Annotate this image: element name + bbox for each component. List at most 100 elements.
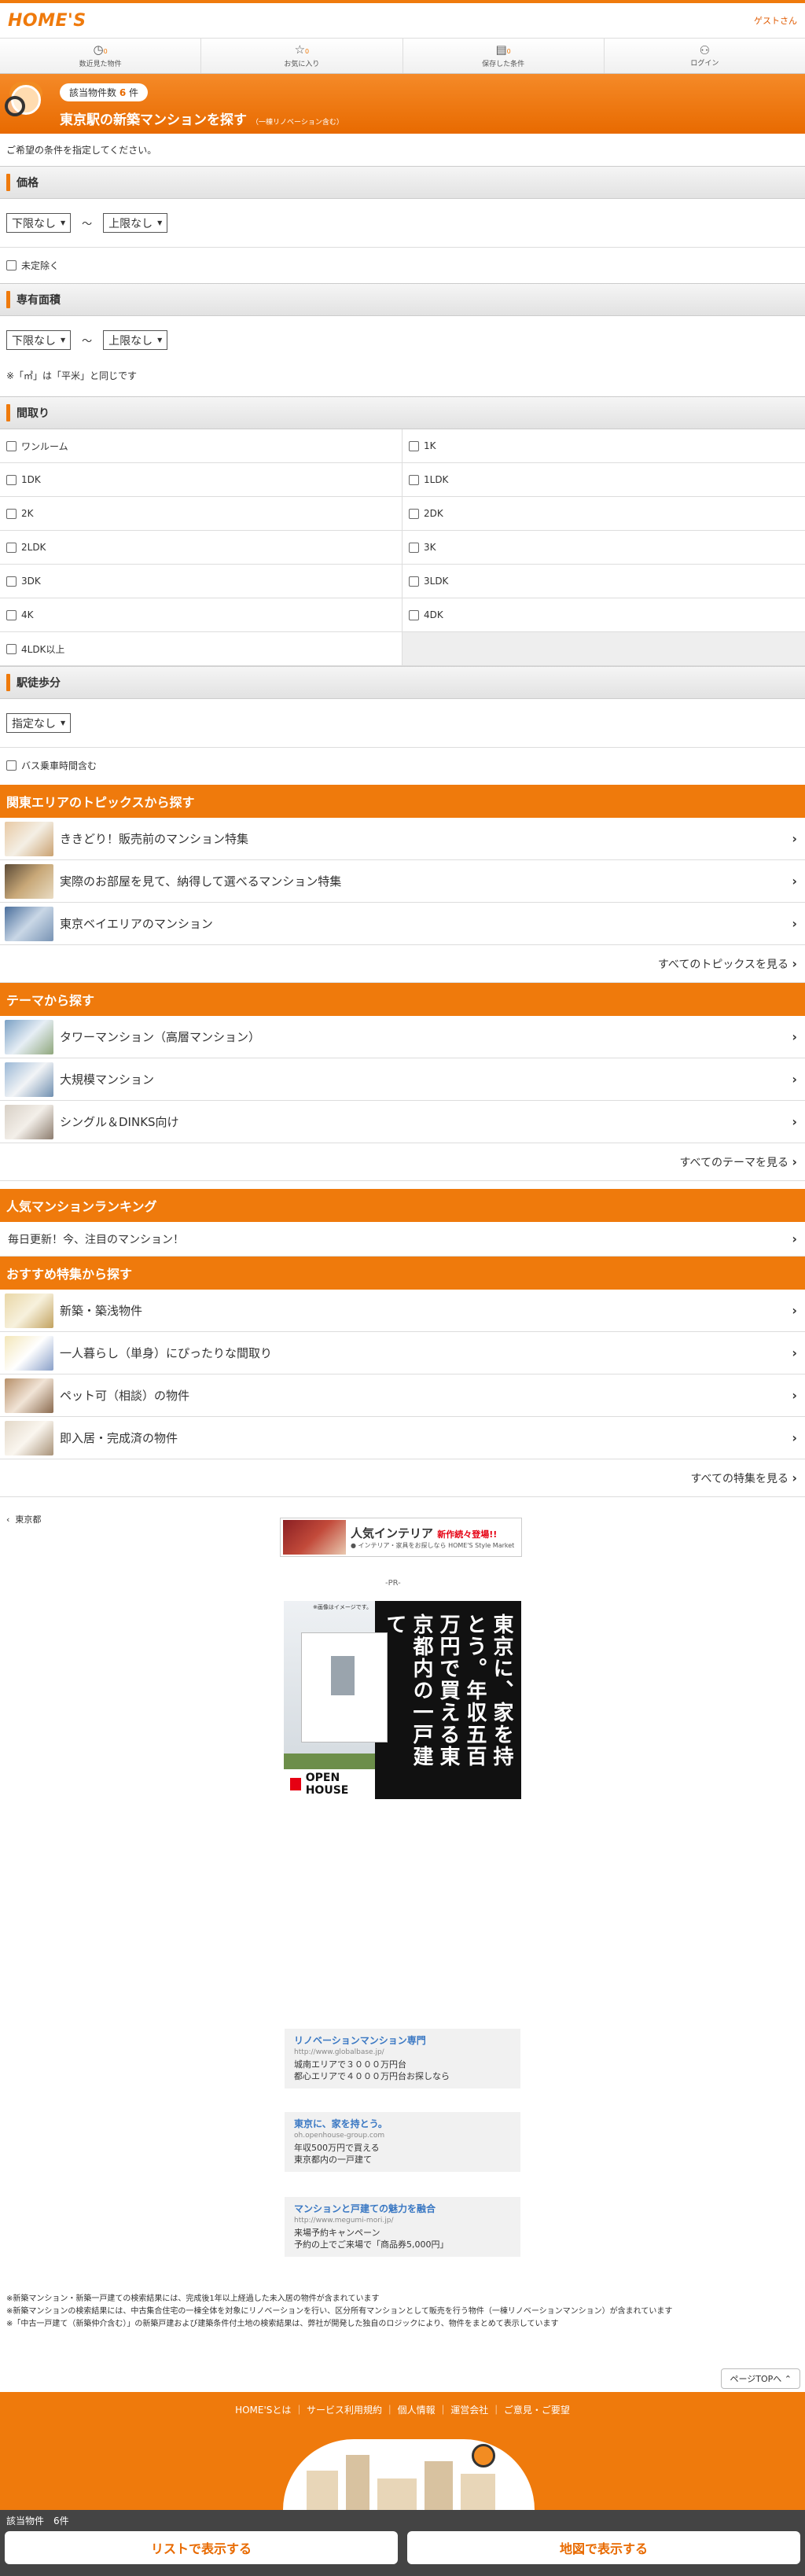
ad-copy: 東京に、家を持とう。年収五百万円で買える東京都内の一戸建て [383, 1614, 513, 1768]
feature-thumbnail [5, 1293, 53, 1328]
page-top-button[interactable]: ページTOPへ ⌃ [721, 2368, 800, 2389]
openhouse-logo: OPEN HOUSE [284, 1769, 375, 1799]
chevron-right-icon: › [792, 1430, 797, 1445]
theme-item[interactable]: シングル＆DINKS向け › [0, 1101, 805, 1143]
house-image: ※画像はイメージです。 OPEN HOUSE [284, 1601, 388, 1799]
layout-option[interactable]: 2DK [402, 497, 805, 531]
chevron-right-icon: › [792, 916, 797, 931]
more-features-link[interactable]: すべての特集を見る › [0, 1459, 805, 1497]
chevron-right-icon: › [792, 1470, 797, 1485]
price-undecided-checkbox[interactable]: 未定除く [6, 259, 799, 272]
price-min-select[interactable]: 下限なし ▼ [6, 213, 72, 233]
guest-user-link[interactable]: ゲストさん [754, 14, 797, 27]
homes-logo[interactable]: HOME'S [8, 11, 86, 31]
dropdown-arrow-icon: ▼ [157, 219, 163, 226]
chevron-right-icon: › [792, 1114, 797, 1129]
text-ad[interactable]: 東京に、家を持とう。 oh.openhouse-group.com 年収500万円で… [285, 2112, 520, 2172]
bottom-bar: 該当物件 6件 リストで表示する 地図で表示する [0, 2510, 805, 2576]
person-icon: ⚇ [699, 43, 711, 57]
walk-minutes-select[interactable]: 指定なし ▼ [6, 713, 72, 733]
theme-thumbnail [5, 1019, 53, 1054]
chevron-right-icon: › [792, 1303, 797, 1318]
features-heading: おすすめ特集から探す [0, 1257, 805, 1290]
chevron-right-icon: › [792, 1154, 797, 1169]
bottom-count: 該当物件 6件 [6, 2515, 69, 2526]
top-bar: HOME'S ゲストさん [0, 0, 805, 38]
feature-thumbnail [5, 1378, 53, 1413]
price-heading: 価格 [0, 166, 805, 199]
dropdown-arrow-icon: ▼ [61, 219, 66, 226]
star-icon: ☆0 [294, 42, 310, 57]
area-max-select[interactable]: 上限なし ▼ [103, 330, 168, 350]
layout-option[interactable]: 4K [0, 598, 402, 632]
ranking-item[interactable]: 毎日更新！今、注目のマンション！ › [0, 1222, 805, 1257]
topic-thumbnail [5, 821, 53, 856]
theme-item[interactable]: タワーマンション（高層マンション） › [0, 1016, 805, 1058]
layout-option[interactable]: 1DK [0, 463, 402, 497]
feature-item[interactable]: 即入居・完成済の物件 › [0, 1417, 805, 1459]
topic-item[interactable]: 東京ベイエリアのマンション › [0, 903, 805, 945]
price-max-select[interactable]: 上限なし ▼ [103, 213, 168, 233]
map-view-button[interactable]: 地図で表示する [407, 2531, 800, 2564]
layout-option[interactable]: 1K [402, 429, 805, 463]
chevron-right-icon: › [792, 1345, 797, 1360]
include-bus-checkbox[interactable]: バス乗車時間含む [6, 759, 799, 772]
theme-item[interactable]: 大規模マンション › [0, 1058, 805, 1101]
walk-heading: 駅徒歩分 [0, 666, 805, 699]
layout-option[interactable]: 2K [0, 497, 402, 531]
footer: HOME'Sとは ｜ サービス利用規約 ｜ 個人情報 ｜ 運営会社 ｜ ご意見・… [0, 2392, 805, 2510]
theme-thumbnail [5, 1062, 53, 1097]
area-min-select[interactable]: 下限なし ▼ [6, 330, 72, 350]
chevron-right-icon: › [792, 1231, 797, 1246]
theme-thumbnail [5, 1104, 53, 1139]
disclaimer-notes: ※新築マンション・新築一戸建ての検索結果には、完成後1年以上経過した未入居の物件… [6, 2294, 673, 2328]
openhouse-ad[interactable]: ※画像はイメージです。 OPEN HOUSE 東京に、家を持とう。年収五百万円で… [284, 1601, 521, 1799]
layout-option[interactable]: 3DK [0, 565, 402, 598]
feature-item[interactable]: 一人暮らし（単身）にぴったりな間取り › [0, 1332, 805, 1374]
city-illustration [283, 2439, 535, 2510]
chevron-left-icon: ‹ [6, 1514, 10, 1525]
list-view-button[interactable]: リストで表示する [5, 2531, 398, 2564]
text-ad[interactable]: リノベーションマンション専門 http://www.globalbase.jp/城… [285, 2029, 520, 2088]
feature-item[interactable]: 新築・築浅物件 › [0, 1290, 805, 1332]
mascot-icon [5, 79, 50, 131]
layout-option[interactable]: 4LDK以上 [0, 632, 402, 666]
area-note: ※「㎡」は「平米」と同じです [6, 370, 138, 381]
layout-option[interactable]: ワンルーム [0, 429, 402, 463]
more-topics-link[interactable]: すべてのトピックスを見る › [0, 945, 805, 983]
topic-item[interactable]: 実際のお部屋を見て、納得して選べるマンション特集 › [0, 860, 805, 903]
pr-label: -PR- [385, 1579, 401, 1588]
ranking-heading: 人気マンションランキング [0, 1189, 805, 1222]
nav-login[interactable]: ⚇ ログイン [605, 39, 805, 73]
more-themes-link[interactable]: すべてのテーマを見る › [0, 1143, 805, 1181]
nav-favorites[interactable]: ☆0 お気に入り [201, 39, 403, 73]
dropdown-arrow-icon: ▼ [61, 719, 66, 727]
layout-option[interactable]: 4DK [402, 598, 805, 632]
layout-option[interactable]: 3K [402, 531, 805, 565]
topic-item[interactable]: ききどり！販売前のマンション特集 › [0, 818, 805, 860]
text-ad[interactable]: マンションと戸建ての魅力を融合 http://www.megumi-mori.jp… [285, 2197, 520, 2257]
nav-saved-conditions[interactable]: ▤0 保存した条件 [403, 39, 605, 73]
result-count-badge: 該当物件数 6 件 [60, 83, 149, 101]
chevron-right-icon: › [792, 1029, 797, 1044]
feature-thumbnail [5, 1335, 53, 1371]
topic-thumbnail [5, 906, 53, 941]
feature-item[interactable]: ペット可（相談）の物件 › [0, 1374, 805, 1417]
topics-heading: 関東エリアのトピックスから探す [0, 785, 805, 818]
chevron-right-icon: › [792, 1072, 797, 1087]
clock-icon: ◷0 [93, 42, 108, 57]
dropdown-arrow-icon: ▼ [157, 337, 163, 344]
chevron-right-icon: › [792, 1388, 797, 1403]
area-range: 下限なし ▼ ～ 上限なし ▼ [0, 316, 805, 364]
intro-text: ご希望の条件を指定してください。 [6, 145, 157, 156]
layout-option[interactable]: 1LDK [402, 463, 805, 497]
layout-option[interactable]: 2LDK [0, 531, 402, 565]
main-nav: ◷0 数近見た物件 ☆0 お気に入り ▤0 保存した条件 ⚇ ログイン [0, 38, 805, 74]
search-hero: 該当物件数 6 件 東京駅の新築マンションを探す （一棟リノベーション含む） [0, 74, 805, 134]
layout-option[interactable]: 3LDK [402, 565, 805, 598]
nav-recently-viewed[interactable]: ◷0 数近見た物件 [0, 39, 202, 73]
interior-banner[interactable]: 人気インテリア 新作続々登場!! ● インテリア・家具をお探しなら HOME'S … [280, 1518, 522, 1557]
footer-links[interactable]: HOME'Sとは ｜ サービス利用規約 ｜ 個人情報 ｜ 運営会社 ｜ ご意見・… [0, 2392, 805, 2416]
topic-thumbnail [5, 863, 53, 899]
layout-options: ワンルーム 1K 1DK 1LDK 2K 2DK 2LDK 3K 3DK 3LD… [0, 429, 805, 666]
